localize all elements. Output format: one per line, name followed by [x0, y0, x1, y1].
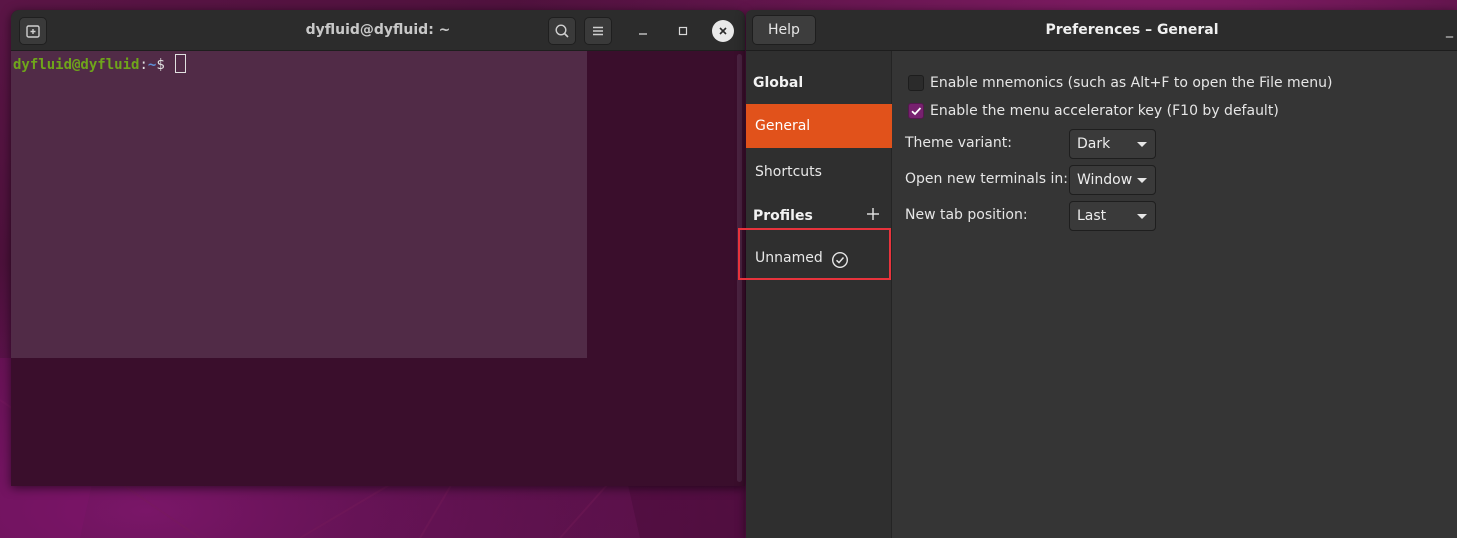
theme-variant-dropdown[interactable]: Dark [1069, 129, 1156, 159]
sidebar-item-general[interactable]: General [746, 104, 892, 148]
close-button[interactable] [712, 20, 734, 42]
shell-prompt: dyfluid@dyfluid:~$ [13, 54, 187, 73]
chevron-down-icon [1137, 214, 1147, 219]
theme-variant-value: Dark [1077, 136, 1111, 152]
new-tab-position-label: New tab position: [905, 207, 1028, 223]
menu-accelerator-option[interactable]: Enable the menu accelerator key (F10 by … [908, 101, 1279, 121]
menu-button[interactable] [584, 17, 612, 45]
maximize-button[interactable] [672, 20, 694, 42]
chevron-down-icon [1137, 142, 1147, 147]
minimize-button[interactable] [632, 20, 654, 42]
chevron-down-icon [1137, 178, 1147, 183]
prompt-dollar: $ [156, 57, 174, 73]
terminal-headerbar: dyfluid@dyfluid: ~ [11, 10, 745, 51]
sidebar-heading-global: Global [753, 75, 804, 91]
theme-variant-label: Theme variant: [905, 135, 1012, 151]
hamburger-menu-icon [593, 26, 603, 36]
mnemonics-label: Enable mnemonics (such as Alt+F to open … [930, 75, 1333, 91]
default-profile-check-icon [831, 251, 849, 269]
terminal-scrollbar[interactable] [737, 54, 742, 482]
maximize-icon [678, 26, 688, 36]
mnemonics-option[interactable]: Enable mnemonics (such as Alt+F to open … [908, 73, 1333, 93]
sidebar-heading-profiles: Profiles [753, 208, 813, 224]
general-settings-panel: Enable mnemonics (such as Alt+F to open … [892, 51, 1457, 538]
preferences-sidebar: Global General Shortcuts Profiles Unname… [746, 51, 892, 538]
terminal-window[interactable]: dyfluid@dyfluid: ~ dyfluid@dyfluid:~$ [11, 10, 745, 486]
search-button[interactable] [548, 17, 576, 45]
preferences-title: Preferences – General [1045, 22, 1219, 38]
prompt-colon: : [139, 57, 148, 73]
prompt-user-host: dyfluid@dyfluid [13, 57, 140, 73]
preferences-window[interactable]: Help Preferences – General _ Global Gene… [746, 10, 1457, 538]
new-tab-position-value: Last [1077, 208, 1107, 224]
menu-accelerator-checkbox[interactable] [908, 103, 924, 119]
terminal-content[interactable]: dyfluid@dyfluid:~$ [11, 51, 587, 358]
new-terminals-dropdown[interactable]: Window [1069, 165, 1156, 195]
minimize-icon [639, 33, 647, 35]
new-terminals-label: Open new terminals in: [905, 171, 1068, 187]
sidebar-item-profile-unnamed[interactable]: Unnamed [746, 237, 892, 283]
search-icon [555, 24, 569, 38]
plus-icon [867, 208, 879, 220]
close-icon [719, 27, 727, 35]
checkmark-icon [911, 107, 922, 116]
profile-label: Unnamed [755, 250, 823, 266]
text-cursor [175, 54, 187, 73]
add-profile-button[interactable] [864, 205, 882, 223]
help-button[interactable]: Help [752, 15, 816, 45]
new-tab-position-dropdown[interactable]: Last [1069, 201, 1156, 231]
menu-accelerator-label: Enable the menu accelerator key (F10 by … [930, 103, 1279, 119]
mnemonics-checkbox[interactable] [908, 75, 924, 91]
sidebar-item-shortcuts[interactable]: Shortcuts [746, 150, 892, 194]
preferences-minimize-button[interactable]: _ [1446, 22, 1453, 38]
preferences-headerbar: Help Preferences – General _ [746, 10, 1457, 51]
new-terminals-value: Window [1077, 172, 1133, 188]
